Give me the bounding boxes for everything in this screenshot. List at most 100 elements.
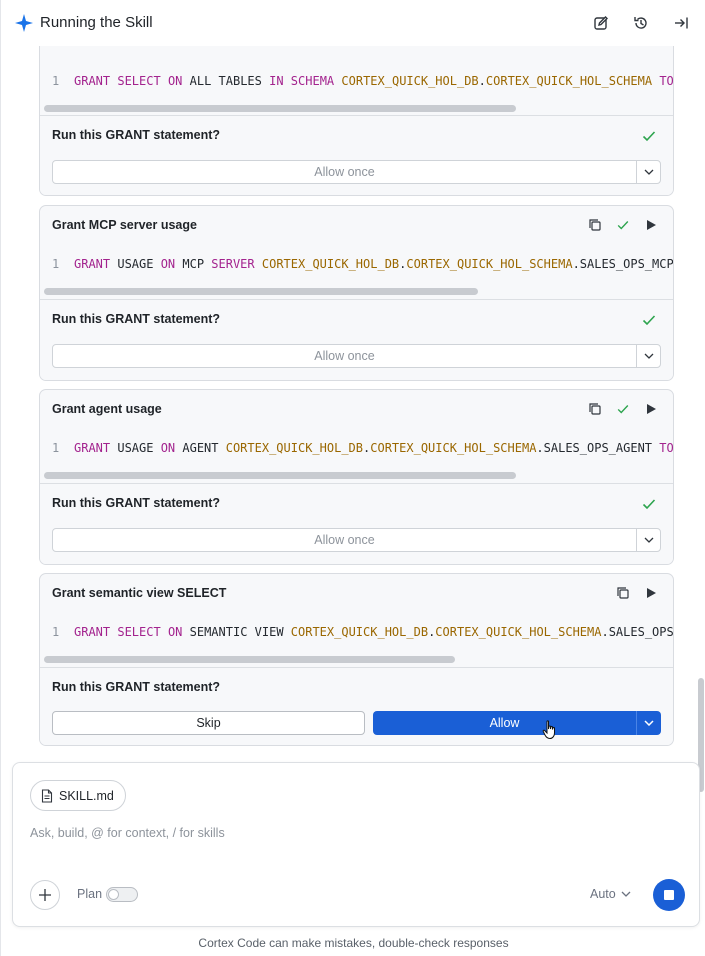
check-icon bbox=[642, 315, 656, 326]
horizontal-scrollbar[interactable] bbox=[44, 288, 478, 295]
code-token: CORTEX_QUICK_HOL_DB bbox=[261, 257, 400, 271]
chevron-down-icon[interactable] bbox=[636, 161, 660, 183]
chevron-down-icon[interactable] bbox=[636, 711, 661, 735]
panel-title: Running the Skill bbox=[40, 14, 153, 31]
attachment-chip[interactable]: SKILL.md bbox=[30, 780, 126, 811]
check-icon bbox=[615, 217, 631, 233]
check-icon bbox=[642, 131, 656, 142]
line-number: 1 bbox=[52, 625, 60, 639]
chevron-down-icon[interactable] bbox=[636, 529, 660, 551]
stop-icon bbox=[664, 890, 674, 900]
code-token: GRANT bbox=[74, 625, 111, 639]
attachment-name: SKILL.md bbox=[59, 788, 114, 803]
decision-select[interactable]: Allow once bbox=[52, 344, 661, 368]
code-text: GRANT USAGE ON AGENT CORTEX_QUICK_HOL_DB… bbox=[74, 438, 673, 458]
file-icon bbox=[41, 788, 53, 803]
code-token: SEMANTIC VIEW bbox=[182, 625, 291, 639]
code-token: CORTEX_QUICK_HOL_SCHEMA bbox=[370, 441, 537, 455]
line-number: 1 bbox=[52, 74, 60, 88]
code-token: CORTEX_QUICK_HOL_SCHEMA bbox=[406, 257, 573, 271]
check-icon bbox=[642, 499, 656, 510]
card-title: Grant semantic view SELECT bbox=[52, 586, 227, 600]
history-icon[interactable] bbox=[631, 13, 651, 33]
code-text: GRANT USAGE ON MCP SERVER CORTEX_QUICK_H… bbox=[74, 254, 673, 274]
code-token: CORTEX_QUICK_HOL_SCHEMA bbox=[435, 625, 602, 639]
code-token: SELECT bbox=[117, 74, 161, 88]
grant-prompt: Run this GRANT statement? Allow once bbox=[40, 299, 673, 380]
code-token: ON bbox=[160, 441, 176, 455]
code-token: USAGE bbox=[110, 257, 161, 271]
copy-icon[interactable] bbox=[587, 217, 603, 233]
decision-select[interactable]: Allow once bbox=[52, 528, 661, 552]
grant-card: 1 GRANT SELECT ON ALL TABLES IN SCHEMA C… bbox=[39, 46, 674, 196]
code-token: ON bbox=[167, 625, 183, 639]
decision-select[interactable]: Allow once bbox=[52, 160, 661, 184]
prompt-question: Run this GRANT statement? bbox=[52, 680, 221, 694]
allow-button[interactable]: Allow bbox=[373, 711, 661, 735]
copy-icon[interactable] bbox=[615, 585, 631, 601]
code-line: 1 GRANT USAGE ON MCP SERVER CORTEX_QUICK… bbox=[40, 254, 673, 274]
card-title: Grant MCP server usage bbox=[52, 218, 197, 232]
chevron-down-icon[interactable] bbox=[636, 345, 660, 367]
code-token: ALL TABLES bbox=[182, 74, 270, 88]
plan-toggle[interactable] bbox=[106, 887, 138, 902]
code-token: IN bbox=[269, 74, 284, 88]
message-scroll-area[interactable]: 1 GRANT SELECT ON ALL TABLES IN SCHEMA C… bbox=[1, 46, 705, 758]
plan-label: Plan bbox=[77, 887, 103, 901]
panel-header: Running the Skill bbox=[1, 0, 705, 46]
code-token: CORTEX_QUICK_HOL_SCHEMA bbox=[485, 74, 653, 88]
grant-card: Grant semantic view SELECT 1 GRANT SELEC… bbox=[39, 573, 674, 746]
code-token: USAGE bbox=[110, 441, 161, 455]
code-token: SELECT bbox=[117, 625, 161, 639]
run-icon[interactable] bbox=[643, 401, 659, 417]
prompt-question: Run this GRANT statement? bbox=[52, 496, 221, 510]
run-icon[interactable] bbox=[643, 585, 659, 601]
disclaimer: Cortex Code can make mistakes, double-ch… bbox=[198, 936, 509, 950]
run-icon[interactable] bbox=[643, 217, 659, 233]
horizontal-scrollbar[interactable] bbox=[44, 105, 516, 112]
card-header: Grant MCP server usage bbox=[40, 206, 673, 244]
horizontal-scrollbar[interactable] bbox=[44, 472, 516, 479]
collapse-panel-icon[interactable] bbox=[671, 13, 691, 33]
code-line: 1 GRANT SELECT ON ALL TABLES IN SCHEMA C… bbox=[40, 71, 673, 91]
mode-select[interactable]: Auto bbox=[590, 887, 631, 901]
grant-card: Grant MCP server usage 1 GRANT USAGE ON … bbox=[39, 205, 674, 381]
code-token: ON bbox=[167, 74, 183, 88]
code-line: 1 GRANT SELECT ON SEMANTIC VIEW CORTEX_Q… bbox=[40, 622, 673, 642]
chat-panel: Running the Skill 1 GRANT SELECT ON ALL … bbox=[0, 0, 705, 956]
code-text: GRANT SELECT ON SEMANTIC VIEW CORTEX_QUI… bbox=[74, 622, 673, 642]
skip-button[interactable]: Skip bbox=[52, 711, 365, 735]
card-header: Grant semantic view SELECT bbox=[40, 574, 673, 612]
code-token: SERVER bbox=[211, 257, 255, 271]
code-token: CORTEX_QUICK_HOL_DB bbox=[225, 441, 364, 455]
code-token: MCP bbox=[175, 257, 212, 271]
code-token: ON bbox=[160, 257, 176, 271]
add-button[interactable] bbox=[30, 880, 60, 910]
grant-card: Grant agent usage 1 GRANT USAGE ON AGENT… bbox=[39, 389, 674, 565]
stop-button[interactable] bbox=[653, 879, 685, 911]
hand-cursor-icon bbox=[542, 720, 555, 740]
code-token: .SALES_OPS_MCP bbox=[572, 257, 673, 271]
code-token: GRANT bbox=[74, 441, 111, 455]
horizontal-scrollbar[interactable] bbox=[44, 656, 455, 663]
code-token: TO bbox=[659, 441, 673, 455]
code-token: CORTEX_QUICK_HOL_DB bbox=[341, 74, 479, 88]
decision-label: Allow once bbox=[314, 165, 375, 179]
copy-icon[interactable] bbox=[587, 401, 603, 417]
plus-icon bbox=[39, 889, 51, 901]
code-token: .SALES_OPS bbox=[601, 625, 673, 639]
card-title: Grant agent usage bbox=[52, 402, 162, 416]
prompt-question: Run this GRANT statement? bbox=[52, 128, 221, 142]
line-number: 1 bbox=[52, 441, 60, 455]
code-token: GRANT bbox=[74, 74, 111, 88]
line-number: 1 bbox=[52, 257, 60, 271]
edit-icon[interactable] bbox=[591, 13, 611, 33]
message-input[interactable]: Ask, build, @ for context, / for skills bbox=[30, 826, 225, 840]
code-token: . bbox=[478, 74, 486, 88]
code-token: SCHEMA bbox=[290, 74, 335, 88]
code-token: AGENT bbox=[175, 441, 226, 455]
